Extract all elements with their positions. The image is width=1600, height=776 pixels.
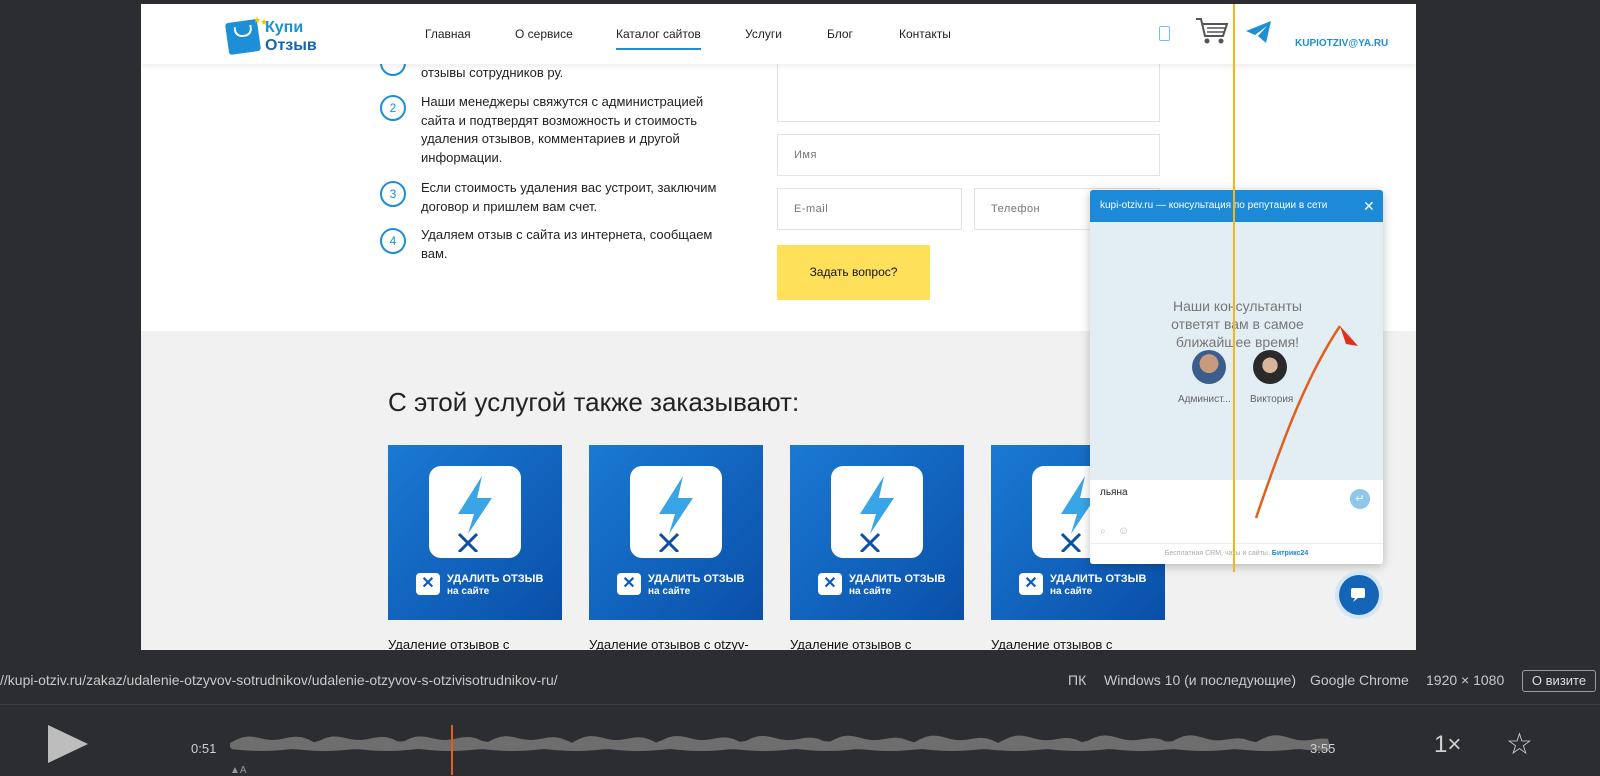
service-card[interactable]: ✕ УДАЛИТЬ ОТЗЫВ на сайте xyxy=(790,445,964,620)
step-1-text: отзывы сотрудников ру. xyxy=(421,65,564,80)
lightning-delete-icon xyxy=(658,476,693,552)
chat-footer-text: Бесплатная CRM, чаты и сайты. xyxy=(1164,550,1270,557)
phone-placeholder: Телефон xyxy=(991,203,1041,215)
overlay-vertical-line xyxy=(1233,4,1235,572)
step-3-text: Если стоимость удаления вас устроит, зак… xyxy=(421,180,717,214)
logo-text-top: Купи xyxy=(265,19,304,36)
site-header: ★ ★ Купи Отзыв Главная О сервисе Каталог… xyxy=(141,4,1416,64)
logo[interactable]: ★ ★ Купи Отзыв xyxy=(224,15,319,59)
nav-services[interactable]: Услуги xyxy=(745,27,782,41)
chat-header: kupi-otziv.ru — консультация по репутаци… xyxy=(1090,190,1383,222)
close-icon: ✕ xyxy=(617,573,641,595)
device-label: ПК xyxy=(1068,672,1087,688)
card-sublabel: на сайте xyxy=(447,586,490,597)
event-marker-icon: ▲A xyxy=(230,765,247,775)
card-title[interactable]: Удаление отзывов с xyxy=(991,637,1112,650)
overlay-annotation-stroke xyxy=(1254,325,1358,519)
chat-title: kupi-otziv.ru — консультация по репутаци… xyxy=(1100,200,1328,211)
cart-icon[interactable] xyxy=(1195,16,1229,46)
email-link[interactable]: KUPIOTZIV@YA.RU xyxy=(1295,38,1388,49)
session-url: //kupi-otziv.ru/zakaz/udalenie-otzyvov-s… xyxy=(0,672,558,688)
service-card[interactable]: ✕ УДАЛИТЬ ОТЗЫВ на сайте xyxy=(388,445,562,620)
attach-icon[interactable]: ⌕ xyxy=(1100,526,1106,537)
nav-about[interactable]: О сервисе xyxy=(515,27,573,41)
close-icon[interactable]: ✕ xyxy=(1363,198,1375,215)
chat-input-text: льяна xyxy=(1100,487,1128,498)
step-2-text: Наши менеджеры свяжутся с администрацией… xyxy=(421,94,704,165)
card-sublabel: на сайте xyxy=(849,586,892,597)
step-4-text: Удаляем отзыв с сайта из интернета, сооб… xyxy=(421,227,713,261)
visit-info-button[interactable]: О визите xyxy=(1522,670,1596,692)
replay-player: 0:51 ▲A 3:55 1× ☆ xyxy=(0,704,1600,776)
telegram-icon[interactable] xyxy=(1245,20,1273,44)
operator-name: Админист... xyxy=(1178,394,1231,405)
card-sublabel: на сайте xyxy=(648,586,691,597)
card-label: УДАЛИТЬ ОТЗЫВ xyxy=(849,573,946,585)
resolution-label: 1920 × 1080 xyxy=(1426,672,1505,688)
name-placeholder: Имя xyxy=(794,149,817,161)
emoji-icon[interactable]: ☺ xyxy=(1118,525,1129,537)
total-time: 3:55 xyxy=(1310,741,1336,756)
nav-contacts[interactable]: Контакты xyxy=(899,27,951,41)
lightning-delete-icon xyxy=(859,476,894,552)
nav-home[interactable]: Главная xyxy=(425,27,471,41)
lightning-tile xyxy=(831,466,923,558)
playback-speed[interactable]: 1× xyxy=(1434,731,1461,759)
play-icon[interactable] xyxy=(48,725,88,763)
playhead-marker[interactable] xyxy=(451,725,453,775)
chat-footer: Бесплатная CRM, чаты и сайты. Битрикс24 xyxy=(1090,543,1383,564)
phone-icon[interactable] xyxy=(1159,26,1170,41)
name-field[interactable]: Имя xyxy=(777,134,1160,176)
step-number-3: 3 xyxy=(380,181,406,207)
step-number-4: 4 xyxy=(380,228,406,254)
star-icon[interactable]: ☆ xyxy=(1506,727,1533,762)
card-sublabel: на сайте xyxy=(1050,586,1093,597)
current-time: 0:51 xyxy=(191,741,217,756)
lightning-delete-icon xyxy=(457,476,492,552)
nav-blog[interactable]: Блог xyxy=(827,27,853,41)
card-label: УДАЛИТЬ ОТЗЫВ xyxy=(447,573,544,585)
timeline-scrubber[interactable]: ▲A xyxy=(230,725,1330,775)
lightning-tile xyxy=(429,466,521,558)
card-title[interactable]: Удаление отзывов с otzyv- xyxy=(589,637,749,650)
card-label: УДАЛИТЬ ОТЗЫВ xyxy=(1050,573,1147,585)
browser-label: Google Chrome xyxy=(1310,672,1409,688)
close-icon: ✕ xyxy=(416,573,440,595)
message-textarea[interactable] xyxy=(777,60,1160,122)
email-field[interactable]: E-mail xyxy=(777,188,962,230)
lightning-tile xyxy=(630,466,722,558)
card-title[interactable]: Удаление отзывов с xyxy=(388,637,509,650)
nav-catalog[interactable]: Каталог сайтов xyxy=(616,27,701,50)
activity-waveform xyxy=(230,735,1330,751)
card-title[interactable]: Удаление отзывов с xyxy=(790,637,911,650)
chat-open-button[interactable] xyxy=(1339,575,1379,615)
email-placeholder: E-mail xyxy=(794,203,829,215)
close-icon: ✕ xyxy=(1019,573,1043,595)
chat-bubble-icon xyxy=(1351,588,1365,602)
ask-question-button[interactable]: Задать вопрос? xyxy=(777,245,930,300)
operator-avatar[interactable] xyxy=(1192,350,1226,384)
service-card[interactable]: ✕ УДАЛИТЬ ОТЗЫВ на сайте xyxy=(589,445,763,620)
section-title: С этой услугой также заказывают: xyxy=(388,387,800,417)
logo-text-bottom: Отзыв xyxy=(265,37,317,54)
os-label: Windows 10 (и последующие) xyxy=(1104,672,1296,688)
step-number-2: 2 xyxy=(380,95,406,121)
close-icon: ✕ xyxy=(818,573,842,595)
card-label: УДАЛИТЬ ОТЗЫВ xyxy=(648,573,745,585)
bitrix-link[interactable]: Битрикс24 xyxy=(1272,550,1308,557)
